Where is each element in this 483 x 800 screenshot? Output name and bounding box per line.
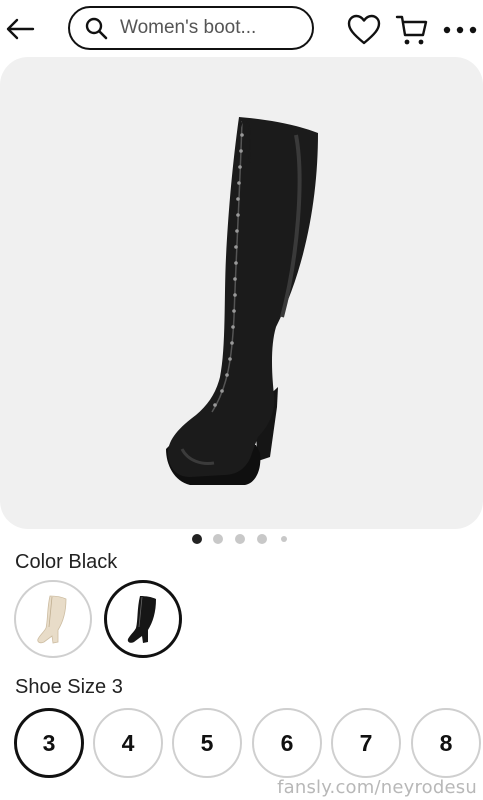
size-option-6[interactable]: 6 [252, 708, 322, 778]
pager-dot[interactable] [192, 534, 202, 544]
size-option-5[interactable]: 5 [172, 708, 242, 778]
image-pager [0, 533, 483, 545]
top-bar: Women's boot... [0, 0, 483, 58]
pager-dot[interactable] [235, 534, 245, 544]
back-arrow-icon [6, 18, 35, 40]
color-swatch-beige[interactable] [14, 580, 92, 658]
size-option-3[interactable]: 3 [14, 708, 84, 778]
watermark: fansly.com/neyrodesu [277, 777, 477, 798]
search-query: Women's boot... [120, 17, 257, 38]
pager-dot[interactable] [281, 536, 287, 542]
more-options-button[interactable] [440, 12, 480, 48]
color-label: Color Black [15, 551, 118, 573]
color-swatch-black[interactable] [104, 580, 182, 658]
size-label: Shoe Size 3 [15, 676, 123, 698]
pager-dot[interactable] [257, 534, 267, 544]
heart-icon [347, 14, 381, 45]
size-option-7[interactable]: 7 [331, 708, 401, 778]
size-option-8[interactable]: 8 [411, 708, 481, 778]
search-icon [85, 17, 108, 40]
boot-image [166, 117, 318, 485]
back-button[interactable] [4, 12, 36, 46]
cart-icon [395, 15, 428, 45]
product-image[interactable] [0, 57, 483, 529]
beige-boot-thumbnail [37, 595, 67, 644]
wishlist-button[interactable] [346, 12, 382, 48]
more-options-icon [443, 26, 477, 34]
size-option-4[interactable]: 4 [93, 708, 163, 778]
pager-dot[interactable] [213, 534, 223, 544]
search-input[interactable]: Women's boot... [68, 6, 314, 50]
black-boot-thumbnail [127, 596, 156, 643]
cart-button[interactable] [394, 12, 430, 48]
